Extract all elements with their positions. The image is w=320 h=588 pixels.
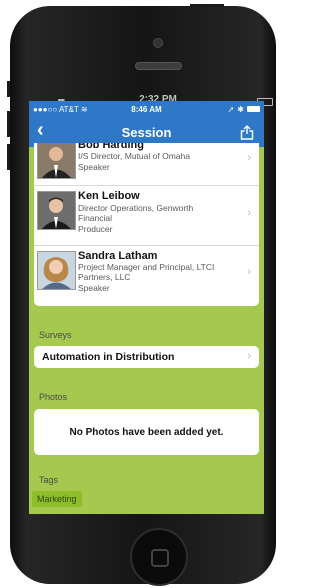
speaker-title: I/S Director, Mutual of Omaha [78,151,190,161]
chevron-right-icon: › [247,152,251,164]
speaker-avatar [37,251,76,290]
speaker-row[interactable]: Sandra Latham Project Manager and Princi… [34,246,259,306]
tags-section-label: Tags [39,475,59,485]
speaker-role: Producer [78,224,113,234]
speaker-avatar [37,191,76,230]
home-button[interactable] [130,528,188,586]
nav-title: Session [121,125,172,140]
speakers-list: Bob Harding I/S Director, Mutual of Omah… [34,143,259,306]
speaker-avatar [37,143,76,179]
app-screen: ●●●○○ AT&T ≋ 8:46 AM ➚ ✱ ‹ Session Bob H… [29,101,264,514]
chevron-right-icon: › [247,266,251,278]
speaker-title: Project Manager and Principal, LTCI Part… [78,262,215,282]
speaker-title: Director Operations, Genworth Financial [78,203,194,223]
location-icon: ➚ [227,104,235,114]
tag-marketing[interactable]: Marketing [32,491,82,507]
speaker-name: Sandra Latham [78,250,158,262]
home-square-icon [151,549,169,567]
speaker-name: Bob Harding [78,143,144,151]
chevron-right-icon: › [247,207,251,219]
status-right-icons: ➚ ✱ [228,105,260,114]
photos-empty-text: No Photos have been added yet. [69,427,224,438]
speaker-role: Speaker [78,283,110,293]
photos-card: No Photos have been added yet. [34,409,259,455]
earpiece-speaker [135,62,182,70]
speaker-row[interactable]: Ken Leibow Director Operations, Genworth… [34,185,259,245]
mute-switch [7,81,10,97]
surveys-section-label: Surveys [39,330,72,340]
power-button [190,4,224,7]
chevron-right-icon: › [247,350,251,362]
share-icon[interactable] [240,125,254,145]
battery-icon [247,106,260,112]
speaker-role: Speaker [78,162,110,172]
speaker-name: Ken Leibow [78,190,140,202]
volume-up-button [7,111,10,137]
speaker-row[interactable]: Bob Harding I/S Director, Mutual of Omah… [34,143,259,185]
bluetooth-icon: ✱ [237,104,244,114]
volume-down-button [7,144,10,170]
status-bar: ●●●○○ AT&T ≋ 8:46 AM ➚ ✱ [29,101,264,117]
photos-section-label: Photos [39,392,68,402]
front-camera [153,38,163,48]
survey-item-label: Automation in Distribution [42,351,175,363]
survey-item[interactable]: Automation in Distribution › [34,346,259,368]
